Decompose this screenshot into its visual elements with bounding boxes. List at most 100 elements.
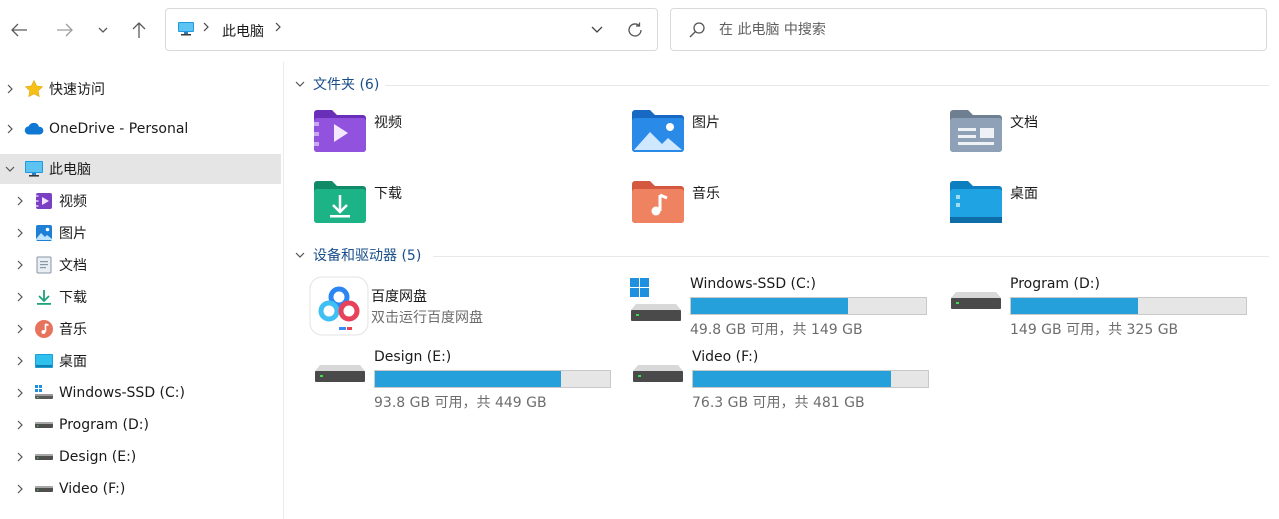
sidebar-item-desktop[interactable]: 桌面 xyxy=(0,346,281,376)
arrow-up-icon xyxy=(132,22,146,38)
chevron-right-icon[interactable] xyxy=(14,483,26,495)
sidebar-item-video-drive[interactable]: Video (F:) xyxy=(0,474,281,504)
up-button[interactable] xyxy=(123,12,155,48)
forward-button[interactable] xyxy=(49,12,81,48)
chevron-right-icon[interactable] xyxy=(14,227,26,239)
sidebar-item-label: 视频 xyxy=(59,194,87,210)
downloads-folder-icon xyxy=(314,181,366,223)
content-pane: 文件夹 (6) 视频 图片 文档 下载 音乐 桌面 设备和驱动器 (5) 百度网… xyxy=(285,62,1279,519)
windows-drive-icon xyxy=(630,278,681,321)
chevron-right-icon[interactable] xyxy=(14,323,26,335)
search-box[interactable] xyxy=(670,8,1267,51)
refresh-icon xyxy=(628,22,642,37)
baidu-netdisk-icon xyxy=(309,276,369,336)
drive-windows-ssd[interactable]: Windows-SSD (C:) 49.8 GB 可用，共 149 GB xyxy=(628,276,928,338)
drive-usage-bar xyxy=(374,370,611,388)
drive-usage-bar xyxy=(690,297,927,315)
chevron-right-icon[interactable] xyxy=(4,83,16,95)
folder-name: 视频 xyxy=(374,115,402,131)
sidebar-item-label: 此电脑 xyxy=(49,162,91,178)
breadcrumb-this-pc[interactable]: 此电脑 xyxy=(222,21,264,41)
monitor-icon xyxy=(177,21,195,41)
pictures-folder-icon xyxy=(632,110,684,152)
sidebar-item-label: 文档 xyxy=(59,258,87,274)
sidebar-item-this-pc[interactable]: 此电脑 xyxy=(0,154,281,184)
drive-icon xyxy=(34,479,54,499)
search-input[interactable] xyxy=(719,19,1239,41)
breadcrumb-expand-icon[interactable] xyxy=(274,21,282,37)
drive-program[interactable]: Program (D:) 149 GB 可用，共 325 GB xyxy=(948,276,1248,338)
sidebar-item-label: 桌面 xyxy=(59,354,87,370)
desktop-icon xyxy=(34,351,54,371)
drive-name: Video (F:) xyxy=(692,349,759,365)
folder-music[interactable]: 音乐 xyxy=(630,179,930,235)
folder-pictures[interactable]: 图片 xyxy=(630,108,930,164)
pictures-folder-icon xyxy=(34,223,54,243)
sidebar-item-pictures[interactable]: 图片 xyxy=(0,218,281,248)
folder-name: 图片 xyxy=(692,115,720,131)
chevron-down-icon[interactable] xyxy=(293,248,307,262)
document-icon xyxy=(34,255,54,275)
sidebar-item-label: 音乐 xyxy=(59,322,87,338)
navigation-pane: 快速访问 OneDrive - Personal 此电脑 视频 图片 文档 下载 xyxy=(0,62,284,519)
folders-section-header[interactable]: 文件夹 (6) xyxy=(293,73,379,95)
drive-usage-fill xyxy=(693,371,891,387)
sidebar-item-label: 下载 xyxy=(59,290,87,306)
chevron-right-icon[interactable] xyxy=(4,123,16,135)
sidebar-item-documents[interactable]: 文档 xyxy=(0,250,281,280)
chevron-right-icon[interactable] xyxy=(14,291,26,303)
chevron-right-icon[interactable] xyxy=(14,387,26,399)
search-icon xyxy=(688,21,706,43)
music-icon xyxy=(34,319,54,339)
star-icon xyxy=(24,79,44,99)
sidebar-item-label: 图片 xyxy=(59,226,87,242)
drive-icon xyxy=(315,365,365,382)
back-button[interactable] xyxy=(3,12,35,48)
refresh-button[interactable] xyxy=(620,17,650,43)
sidebar-item-label: OneDrive - Personal xyxy=(49,121,189,137)
drive-design[interactable]: Design (E:) 93.8 GB 可用，共 449 GB xyxy=(312,349,612,411)
cloud-icon xyxy=(24,119,44,139)
chevron-right-icon[interactable] xyxy=(14,451,26,463)
folder-name: 桌面 xyxy=(1010,186,1038,202)
chevron-down-icon xyxy=(591,26,603,33)
app-name: 百度网盘 xyxy=(371,289,427,305)
chevron-right-icon[interactable] xyxy=(14,355,26,367)
sidebar-item-program-drive[interactable]: Program (D:) xyxy=(0,410,281,440)
folder-desktop[interactable]: 桌面 xyxy=(948,179,1248,235)
drive-usage-fill xyxy=(375,371,561,387)
drive-name: Windows-SSD (C:) xyxy=(690,276,816,292)
chevron-right-icon[interactable] xyxy=(14,259,26,271)
sidebar-item-videos[interactable]: 视频 xyxy=(0,186,281,216)
folder-name: 下载 xyxy=(374,186,402,202)
video-folder-icon xyxy=(34,191,54,211)
sidebar-item-design-drive[interactable]: Design (E:) xyxy=(0,442,281,472)
sidebar-item-music[interactable]: 音乐 xyxy=(0,314,281,344)
section-title: 设备和驱动器 (5) xyxy=(313,248,422,264)
sidebar-item-quick-access[interactable]: 快速访问 xyxy=(0,74,281,104)
folder-videos[interactable]: 视频 xyxy=(312,108,612,164)
app-baidu-netdisk[interactable]: 百度网盘 双击运行百度网盘 xyxy=(309,276,609,336)
chevron-down-icon[interactable] xyxy=(293,77,307,91)
chevron-right-icon[interactable] xyxy=(14,419,26,431)
drive-video[interactable]: Video (F:) 76.3 GB 可用，共 481 GB xyxy=(630,349,930,411)
arrow-right-icon xyxy=(57,23,73,37)
drive-name: Design (E:) xyxy=(374,349,452,365)
drive-space-info: 49.8 GB 可用，共 149 GB xyxy=(690,322,863,338)
sidebar-item-downloads[interactable]: 下载 xyxy=(0,282,281,312)
sidebar-item-label: Program (D:) xyxy=(59,417,149,433)
chevron-right-icon[interactable] xyxy=(14,195,26,207)
devices-section-header[interactable]: 设备和驱动器 (5) xyxy=(293,244,421,266)
section-divider xyxy=(385,85,1269,86)
documents-folder-icon xyxy=(950,110,1002,152)
folder-downloads[interactable]: 下载 xyxy=(312,179,612,235)
sidebar-item-onedrive[interactable]: OneDrive - Personal xyxy=(0,114,281,144)
folder-documents[interactable]: 文档 xyxy=(948,108,1248,164)
section-title: 文件夹 (6) xyxy=(313,77,380,93)
recent-locations-button[interactable] xyxy=(87,12,119,48)
chevron-down-icon[interactable] xyxy=(4,163,16,175)
address-bar[interactable]: 此电脑 xyxy=(165,8,658,51)
navigation-toolbar: 此电脑 xyxy=(0,0,1279,62)
sidebar-item-windows-ssd[interactable]: Windows-SSD (C:) xyxy=(0,378,281,408)
address-history-button[interactable] xyxy=(582,19,612,41)
